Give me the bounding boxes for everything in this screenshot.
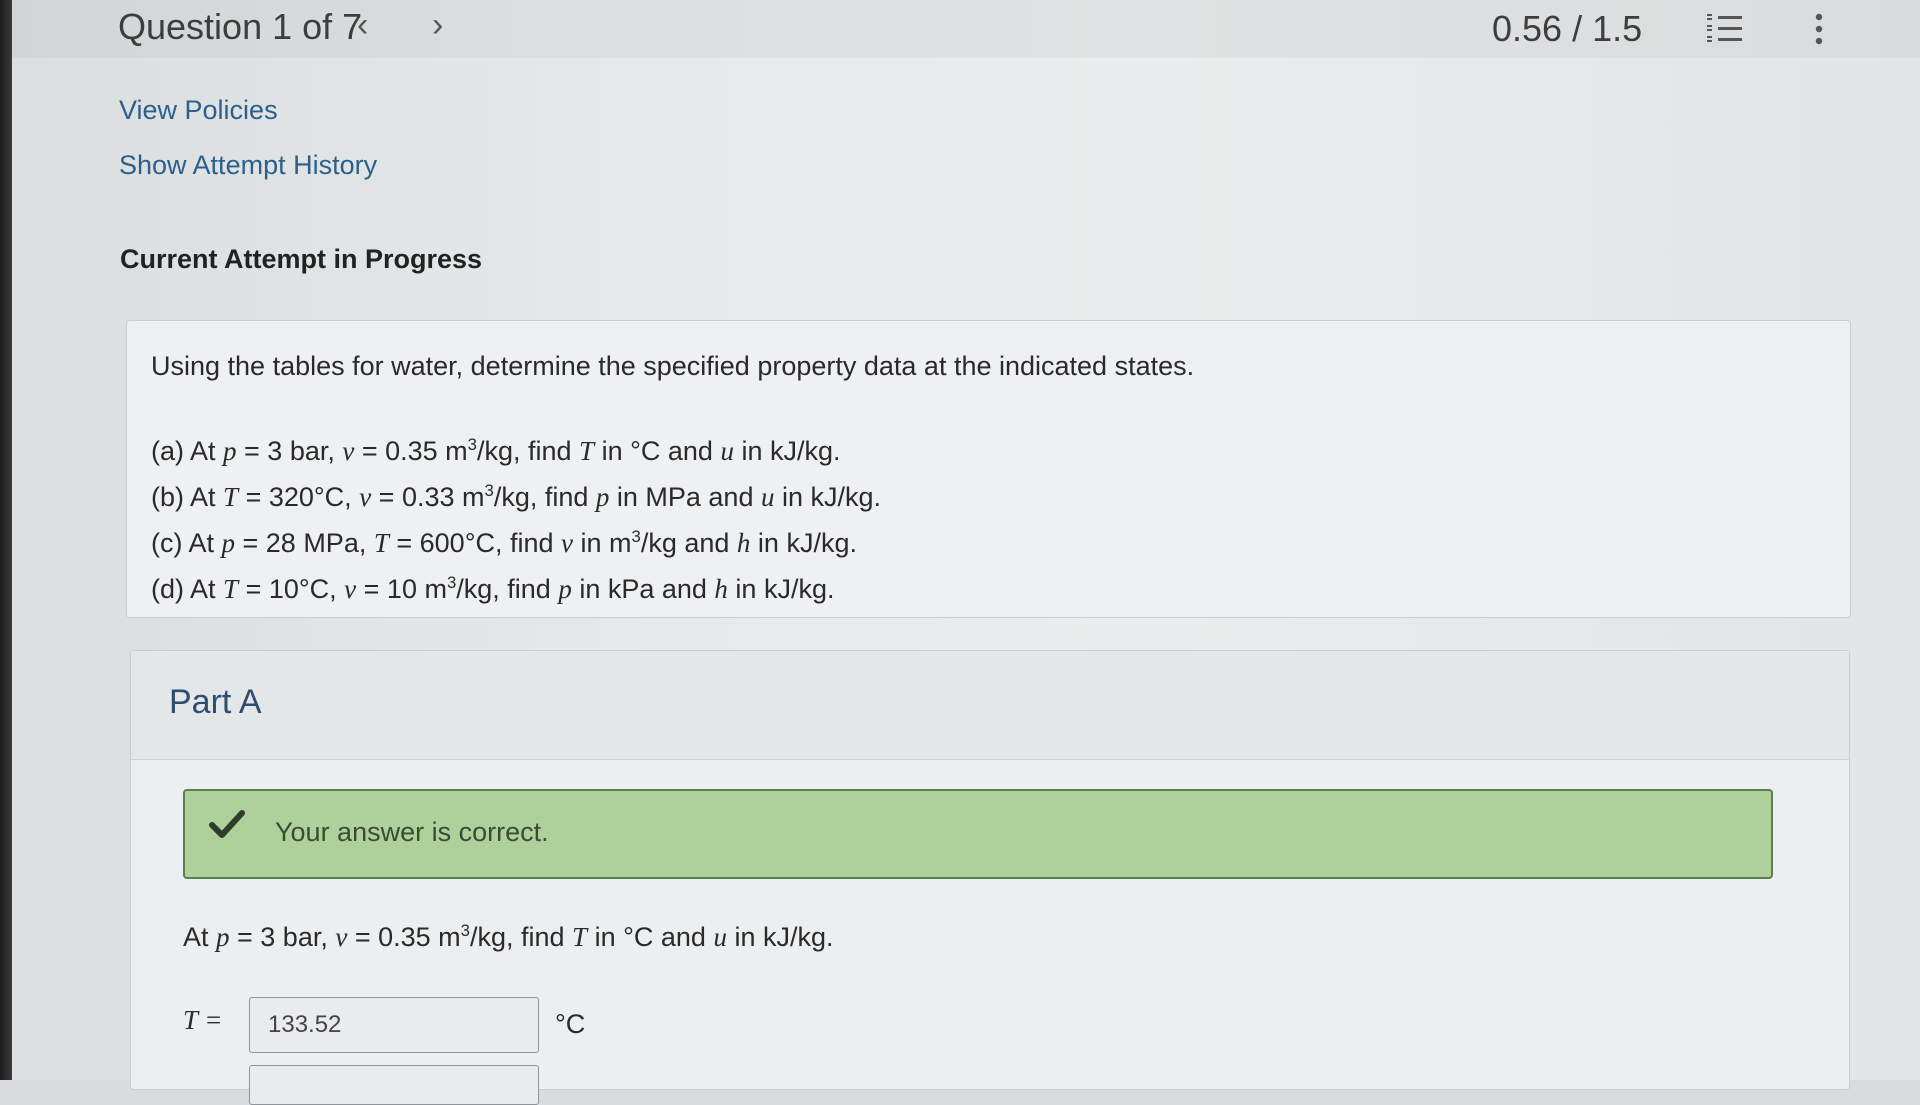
question-counter: Question 1 of 7 [118,6,363,47]
view-policies-link[interactable]: View Policies [119,95,278,126]
show-attempt-history-link[interactable]: Show Attempt History [119,150,377,181]
checkmark-icon [209,810,245,838]
temperature-label: T = [183,1005,223,1035]
kebab-menu-icon[interactable] [1812,12,1826,46]
problem-part-c: (c) At p = 28 MPa, T = 600°C, find v in … [151,527,857,558]
numbered-list-icon[interactable] [1705,12,1745,46]
quiz-page: Question 1 of 7 ‹ › 0.56 / 1.5 View Poli… [12,0,1920,1105]
part-a-question: At p = 3 bar, v = 0.35 m3/kg, find T in … [183,921,834,952]
problem-parts-list: (a) At p = 3 bar, v = 0.35 m3/kg, find T… [151,425,881,609]
part-a-header[interactable]: Part A [131,651,1849,760]
part-a-card: Part A Your answer is correct. At p = 3 … [130,650,1850,1105]
temperature-unit: °C [555,1009,586,1039]
problem-part-b: (b) At T = 320°C, v = 0.33 m3/kg, find p… [151,481,882,512]
problem-part-d: (d) At T = 10°C, v = 10 m3/kg, find p in… [151,573,835,604]
correct-feedback-banner: Your answer is correct. [183,789,1773,879]
problem-statement: Using the tables for water, determine th… [126,320,1851,618]
prev-question-button[interactable]: ‹ [357,6,368,45]
next-question-button[interactable]: › [432,6,443,45]
problem-intro: Using the tables for water, determine th… [151,351,1195,381]
part-a-title: Part A [169,683,262,721]
internal-energy-input[interactable] [249,1065,539,1105]
temperature-input[interactable] [249,997,539,1053]
score-display: 0.56 / 1.5 [1492,8,1643,49]
top-bar: Question 1 of 7 ‹ › 0.56 / 1.5 [12,0,1920,58]
screen-bezel [0,0,12,1080]
feedback-text: Your answer is correct. [275,817,549,847]
attempt-status-heading: Current Attempt in Progress [120,244,483,274]
problem-part-a: (a) At p = 3 bar, v = 0.35 m3/kg, find T… [151,435,841,466]
